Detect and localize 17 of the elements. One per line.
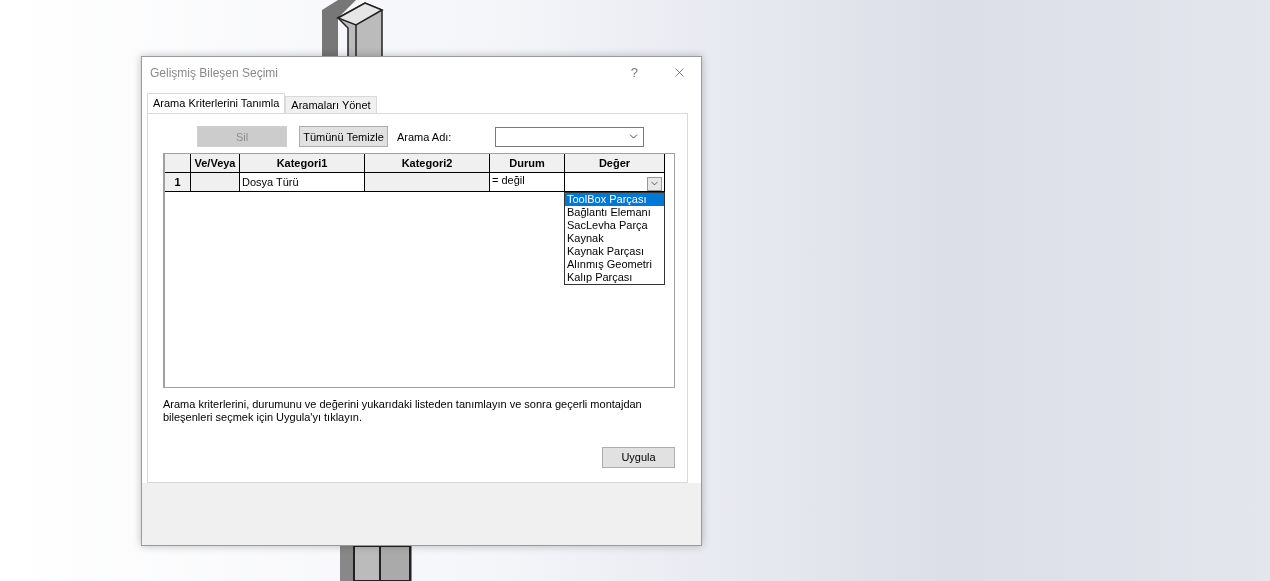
column-header: Durum bbox=[490, 153, 565, 173]
search-name-dropdown[interactable] bbox=[495, 126, 644, 147]
dropdown-option[interactable]: ToolBox Parçası bbox=[565, 192, 664, 206]
tab[interactable]: Aramaları Yönet bbox=[285, 95, 377, 113]
column-header: Ve/Veya bbox=[191, 153, 240, 173]
apply-button[interactable]: Uygula bbox=[602, 446, 675, 468]
column-header: Değer bbox=[565, 153, 665, 173]
dropdown-button[interactable] bbox=[647, 176, 662, 191]
clear-all-button[interactable]: Tümünü Temizle bbox=[299, 126, 388, 148]
instructions-text: Arama kriterlerini, durumunu ve değerini yukarıdaki listeden tanımlayın ve sonra geçerli montajdan bileşenleri seçmek için Uygula'yı tıklayın. bbox=[163, 397, 643, 424]
search-name-label: Arama Adı: bbox=[397, 130, 453, 143]
help-button[interactable]: ? bbox=[626, 65, 642, 81]
column-header: Kategori1 bbox=[240, 153, 365, 173]
column-header: Kategori2 bbox=[365, 153, 490, 173]
window-title: Gelişmiş Bileşen Seçimi bbox=[150, 65, 280, 80]
header-corner-cell bbox=[165, 153, 191, 173]
tab[interactable]: Arama Kriterlerini Tanımla bbox=[147, 92, 286, 113]
